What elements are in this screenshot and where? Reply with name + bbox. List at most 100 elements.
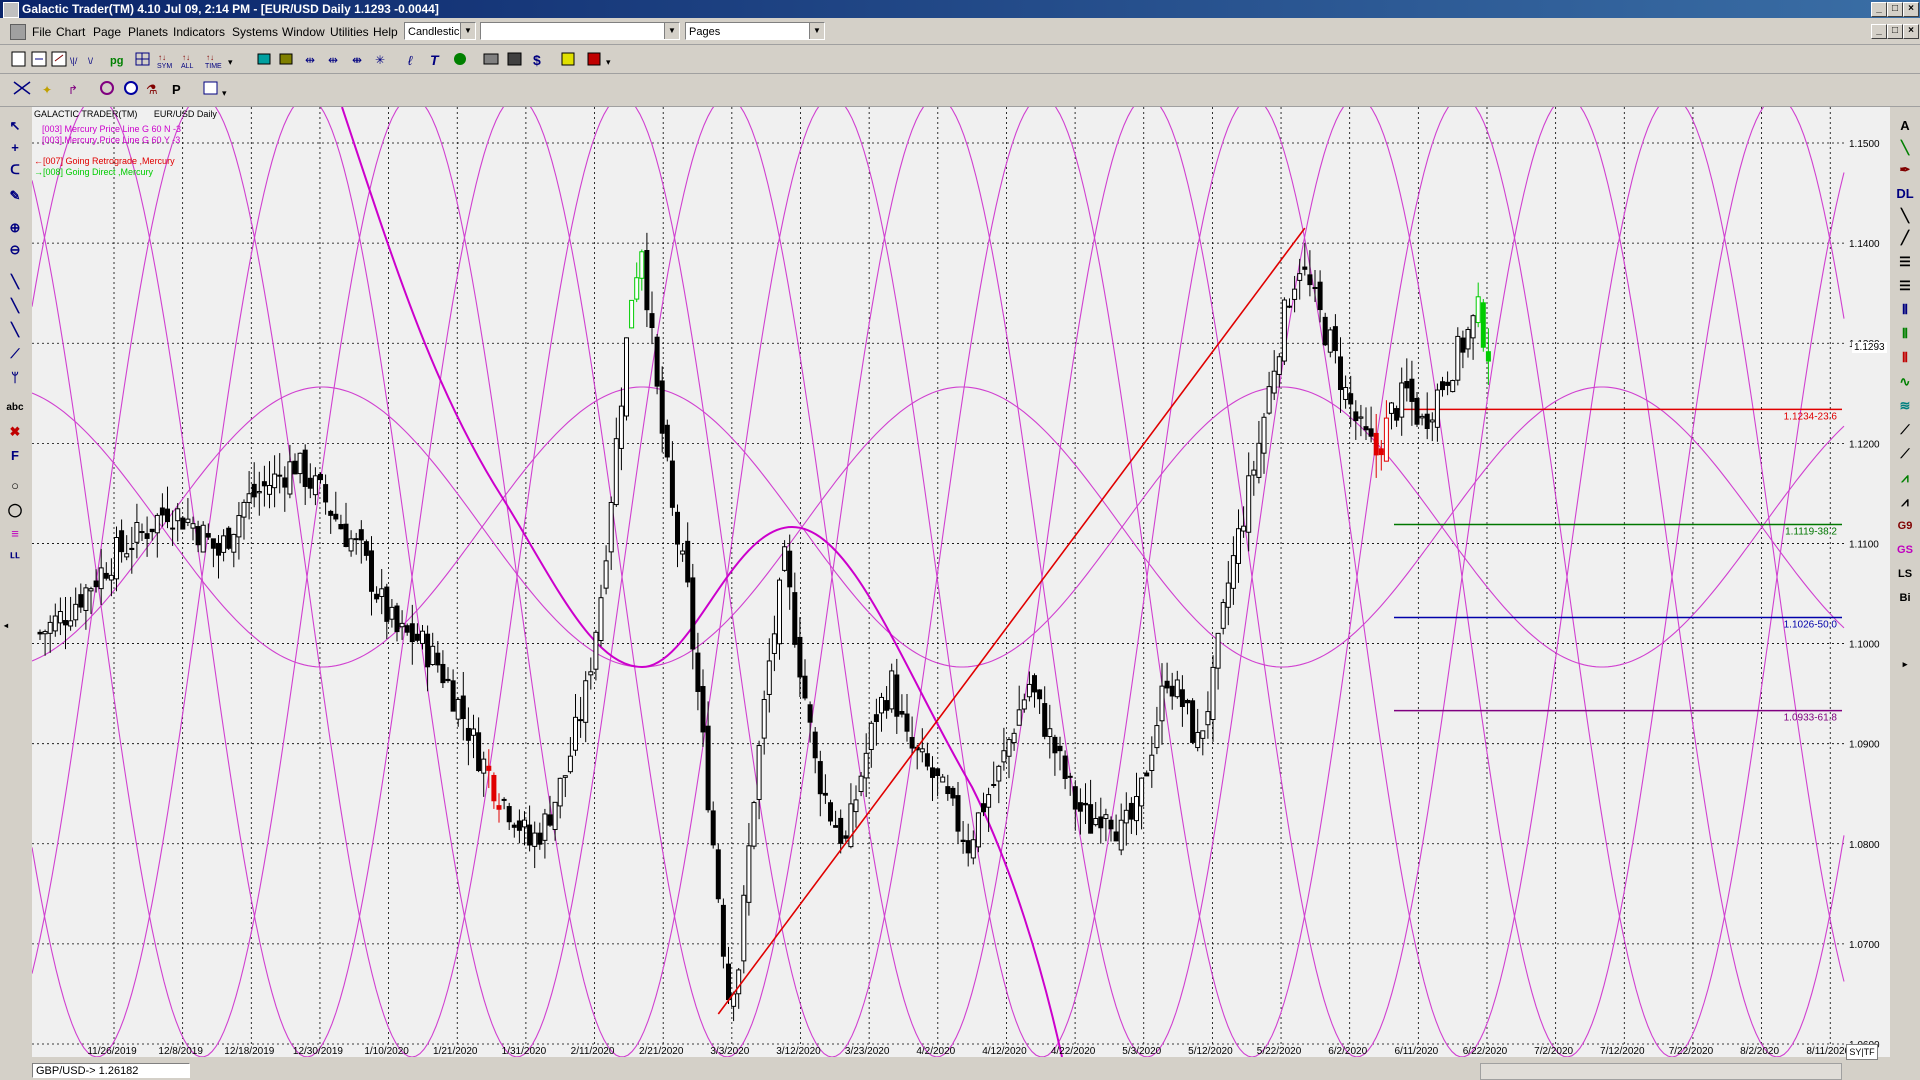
pages-select[interactable]: Pages ▼ <box>685 22 825 40</box>
fan-icon[interactable]: ⟋ <box>6 345 24 363</box>
cycles-icon[interactable]: ⦀ <box>1896 301 1914 319</box>
candle-body <box>1358 416 1364 419</box>
scroll-left-icon[interactable]: ◂ <box>2 617 10 635</box>
mdi-restore-button[interactable]: □ <box>1887 24 1903 39</box>
mdi-minimize-button[interactable]: _ <box>1871 24 1887 39</box>
ellipse-icon[interactable]: ◯ <box>6 501 24 519</box>
candle-body <box>1450 380 1456 393</box>
crosshair-icon[interactable]: + <box>6 139 24 157</box>
menu-systems[interactable]: Systems <box>232 25 278 39</box>
text-a-icon[interactable]: A <box>1896 117 1914 135</box>
close-button[interactable]: × <box>1903 2 1919 17</box>
fib-icon[interactable]: F <box>6 447 24 465</box>
curve2-icon[interactable]: ≋ <box>1896 397 1914 415</box>
arrow2-icon[interactable]: ╱ <box>1896 229 1914 247</box>
fan-tool-icon[interactable]: ⟋ <box>1896 445 1914 463</box>
candle-body <box>1021 699 1027 710</box>
candle-body <box>603 560 609 589</box>
minimize-button[interactable]: _ <box>1871 2 1887 17</box>
candle-body <box>685 540 691 583</box>
candle-body <box>287 461 293 495</box>
planet-toolbar-icons[interactable]: ✦ ↱ ⚗ P ▾ <box>13 81 227 98</box>
candle-body <box>746 845 752 903</box>
candle-body <box>358 529 364 541</box>
pen-icon[interactable]: ✒ <box>1896 161 1914 179</box>
symbol-combo[interactable]: ▼ <box>480 22 680 40</box>
lines-icon[interactable]: ☰ <box>1896 253 1914 271</box>
zoom-out-icon[interactable]: ⊖ <box>6 241 24 259</box>
toolbar-icons[interactable]: \|/ \/ pg ↑↓SYM ↑↓ALL ↑↓TIME ▾ ⇹ ⇹ ⇼ ✳ ℓ… <box>11 51 611 70</box>
candle-body <box>924 753 930 767</box>
candle-body <box>567 755 573 773</box>
menu-utilities[interactable]: Utilities <box>330 25 369 39</box>
chart-canvas[interactable]: 1.1234-23.6 1.1119-38.2 1.1026-50.0 1.0933-… <box>32 107 1846 1057</box>
candle-body <box>950 787 956 799</box>
candle-body <box>787 550 793 588</box>
candle-body <box>1001 750 1007 763</box>
zoom-in-icon[interactable]: ⊕ <box>6 219 24 237</box>
chart-panel[interactable]: 1.1234-23.6 1.1119-38.2 1.1026-50.0 1.0933-… <box>32 107 1846 1057</box>
g9-icon[interactable]: G9 <box>1896 517 1914 535</box>
gann-icon[interactable]: ⩘ <box>1896 493 1914 511</box>
svg-text:pg: pg <box>110 55 123 67</box>
menu-file[interactable]: File <box>32 25 51 39</box>
scroll-right-icon[interactable]: ▸ <box>1892 655 1918 673</box>
candle-body <box>700 686 706 733</box>
trendline[interactable] <box>717 227 1306 1015</box>
menu-page[interactable]: Page <box>93 25 121 39</box>
trendline-icon[interactable]: ╲ <box>6 273 24 291</box>
arrow-icon[interactable]: ╲ <box>1896 207 1914 225</box>
cycles2-icon[interactable]: ⦀ <box>1896 325 1914 343</box>
pitchfork-icon[interactable]: ᛘ <box>6 369 24 387</box>
arrow-cursor-icon[interactable]: ↖ <box>6 117 24 135</box>
pencil-icon[interactable]: ✎ <box>6 187 24 205</box>
candle-body <box>889 670 895 710</box>
candle-body <box>919 748 925 753</box>
date-tick-label: 7/2/2020 <box>1534 1046 1573 1057</box>
menu-indicators[interactable]: Indicators <box>173 25 225 39</box>
dl-icon[interactable]: DL <box>1896 185 1914 203</box>
window-title: Galactic Trader(TM) 4.10 Jul 09, 2:14 PM… <box>22 2 439 16</box>
bi-icon[interactable]: Bi <box>1896 589 1914 607</box>
ls-icon[interactable]: LS <box>1896 565 1914 583</box>
arrow3-icon[interactable]: ⟋ <box>1896 421 1914 439</box>
date-tick-label: 8/11/2020 <box>1806 1046 1846 1057</box>
candle-body <box>1440 381 1445 391</box>
chart-type-select[interactable]: Candlestick ▼ <box>404 22 476 40</box>
candle-body <box>868 722 874 750</box>
horizontal-scrollbar[interactable] <box>1480 1063 1842 1080</box>
menu-chart[interactable]: Chart <box>56 25 85 39</box>
parallel-icon[interactable]: ╲ <box>6 321 24 339</box>
magnet-icon[interactable]: ᑕ <box>6 161 24 179</box>
curve-icon[interactable]: ∿ <box>1896 373 1914 391</box>
candle-body <box>52 615 58 632</box>
document-icon[interactable] <box>10 24 26 40</box>
text-icon[interactable]: abc <box>6 399 24 417</box>
candle-body <box>1332 326 1338 352</box>
menu-help[interactable]: Help <box>373 25 398 39</box>
red-trendline[interactable] <box>717 227 1306 1015</box>
ray-icon[interactable]: ╲ <box>6 297 24 315</box>
fan2-icon[interactable]: ⩘ <box>1896 469 1914 487</box>
maximize-button[interactable]: □ <box>1887 2 1903 17</box>
menu-planets[interactable]: Planets <box>128 25 168 39</box>
sy-tf-toggle[interactable]: SY|TF <box>1846 1044 1878 1060</box>
menu-window[interactable]: Window <box>282 25 325 39</box>
candle-body <box>756 745 762 800</box>
chart-legend: [003] Mercury Price Line G 60 N -3 [003]… <box>34 124 181 178</box>
bars-icon[interactable]: ≡ <box>6 525 24 543</box>
candle-body <box>741 894 747 962</box>
delete-icon[interactable]: ✖ <box>6 423 24 441</box>
gs-icon[interactable]: GS <box>1896 541 1914 559</box>
date-tick-label: 5/3/2020 <box>1122 1046 1161 1057</box>
line-icon[interactable]: ╲ <box>1896 139 1914 157</box>
circle-icon[interactable]: ○ <box>6 477 24 495</box>
candle-body <box>1455 335 1461 381</box>
candle-body <box>588 671 594 676</box>
mdi-close-button[interactable]: × <box>1903 24 1919 39</box>
cycle-icon[interactable]: ᒻᒻ <box>6 549 24 567</box>
candle-body <box>1424 413 1430 430</box>
cycles3-icon[interactable]: ⦀ <box>1896 349 1914 367</box>
lines2-icon[interactable]: ☰ <box>1896 277 1914 295</box>
price-tick-label: 1.1400 <box>1849 239 1880 250</box>
